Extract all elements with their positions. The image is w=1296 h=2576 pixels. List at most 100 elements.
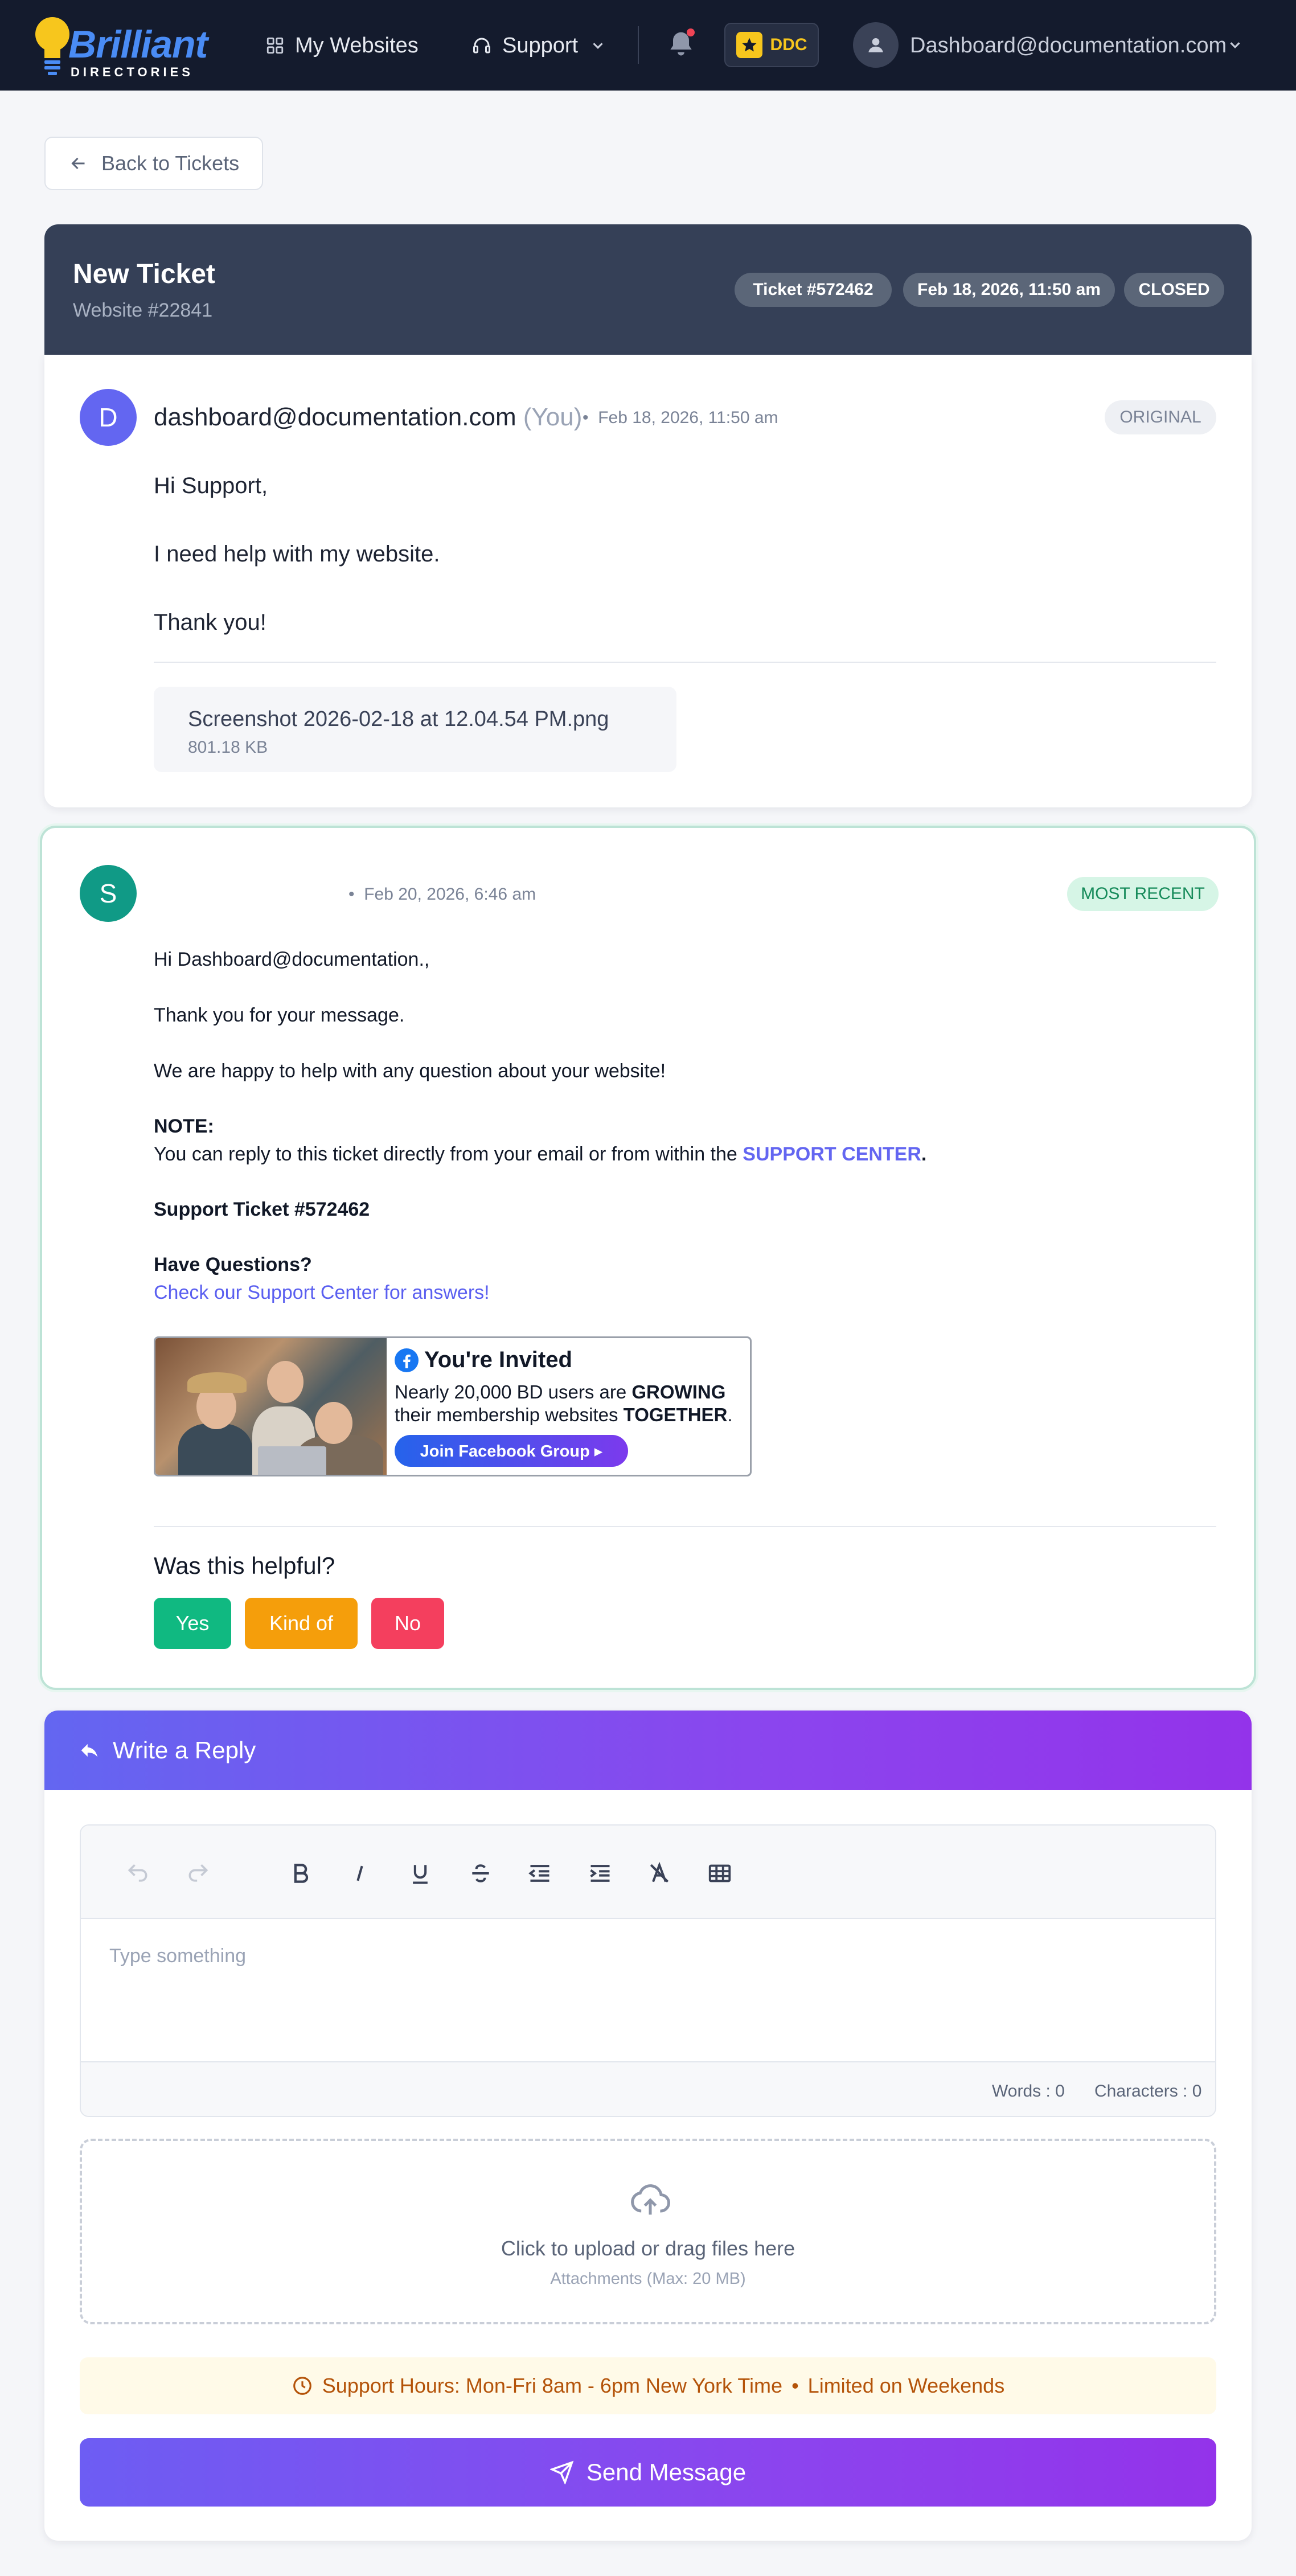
notification-dot [687,28,695,36]
italic-icon[interactable] [344,1857,376,1889]
ticket-date-pill: Feb 18, 2026, 11:50 am [903,273,1115,307]
chevron-down-icon [593,43,603,49]
sender-avatar: D [80,389,137,446]
recent-message-card: S • Feb 20, 2026, 6:46 am MOST RECENT Hi… [40,826,1256,1690]
bullet: • [583,408,589,427]
notifications-button[interactable] [665,28,697,61]
banner-line: Nearly 20,000 BD users are GROWING [395,1381,725,1403]
original-message-card: D dashboard@documentation.com (You) • Fe… [44,355,1252,807]
table-icon[interactable] [704,1857,736,1889]
file-upload-dropzone[interactable]: Click to upload or drag files here Attac… [80,2139,1216,2324]
banner-line-text: Nearly 20,000 BD users are [395,1381,632,1402]
message-timestamp: • Feb 20, 2026, 6:46 am [348,885,536,904]
user-email-menu[interactable]: Dashboard@documentation.com [910,28,1227,63]
ddc-badge-button[interactable]: DDC [724,23,819,67]
clear-format-icon[interactable] [643,1857,675,1889]
user-avatar[interactable] [853,22,899,68]
strikethrough-icon[interactable] [465,1857,497,1889]
message-timestamp: • Feb 18, 2026, 11:50 am [583,408,778,428]
banner-line-text: their membership websites [395,1404,624,1425]
grid-icon [266,37,284,54]
user-icon [868,38,883,52]
message-line: I need help with my website. [154,542,440,567]
support-hours-separator: • [791,2374,799,2397]
facebook-group-banner[interactable]: You're Invited Nearly 20,000 BD users ar… [154,1336,752,1476]
upload-limit: Attachments (Max: 20 MB) [550,2270,746,2288]
note-text: You can reply to this ticket directly fr… [154,1143,926,1166]
reply-header-title: Write a Reply [113,1737,256,1763]
ticket-number-pill: Ticket #572462 [735,273,892,307]
headset-icon [473,38,490,54]
message-line: Hi Support, [154,473,268,498]
editor-footer: Words : 0 Characters : 0 [81,2061,1215,2116]
banner-line: their membership websites TOGETHER. [395,1404,733,1426]
reply-greeting: Hi Dashboard@documentation., [154,949,430,970]
indent-icon[interactable] [584,1857,616,1889]
attachment-item[interactable]: Screenshot 2026-02-18 at 12.04.54 PM.png… [154,687,676,772]
banner-line-end: . [727,1404,733,1425]
support-center-answers-link[interactable]: Check our Support Center for answers! [154,1282,490,1304]
most-recent-badge: MOST RECENT [1067,877,1219,911]
helpful-question: Was this helpful? [154,1552,335,1579]
banner-line-bold: TOGETHER [623,1404,728,1425]
banner-line-bold: GROWING [631,1381,726,1402]
attachment-size: 801.18 KB [188,738,268,757]
ticket-reference-text: Support Ticket #572462 [154,1199,370,1220]
character-count: Characters : 0 [1094,2082,1202,2101]
back-to-tickets-label: Back to Tickets [101,151,240,175]
brand-subtitle: DIRECTORIES [71,65,194,79]
send-icon [549,2460,574,2484]
ticket-website-id: Website #22841 [73,300,213,321]
nav-support-dropdown[interactable]: Support [471,30,606,61]
you-tag: (You) [523,403,583,431]
editor-toolbar [81,1826,1215,1919]
note-label-text: NOTE: [154,1115,214,1137]
redo-icon[interactable] [182,1857,214,1889]
bullet: • [348,885,355,904]
timestamp-text: Feb 20, 2026, 6:46 am [364,885,536,904]
nav-divider [638,26,639,64]
arrow-left-icon [71,157,85,170]
reply-line: Thank you for your message. [154,1004,405,1026]
brilliant-directories-logo[interactable]: Brilliant DIRECTORIES [32,15,208,79]
facebook-icon [395,1348,419,1372]
reply-text-input[interactable]: Type something [109,1945,246,1967]
clock-icon [293,2377,311,2395]
chevron-down-icon[interactable] [1227,36,1244,54]
sender-name: dashboard@documentation.com (You) [154,403,582,432]
undo-icon[interactable] [122,1857,154,1889]
top-navbar: Brilliant DIRECTORIES My Websites Suppor… [0,0,1296,91]
banner-title: You're Invited [395,1347,572,1373]
send-message-button[interactable]: Send Message [80,2438,1216,2507]
questions-label-text: Have Questions? [154,1254,312,1275]
brand-name: Brilliant [68,23,208,66]
cloud-upload-icon [631,2184,670,2215]
note-body: You can reply to this ticket directly fr… [154,1143,737,1165]
send-message-label: Send Message [586,2459,747,2485]
nav-my-websites[interactable]: My Websites [265,30,419,61]
ticket-reference: Support Ticket #572462 [154,1199,370,1221]
join-facebook-group-button[interactable]: Join Facebook Group ▸ [395,1435,628,1467]
ticket-title: New Ticket [73,259,215,289]
support-center-link[interactable]: SUPPORT CENTER [743,1143,921,1165]
ddc-label: DDC [770,35,807,54]
support-hours-weekend: Limited on Weekends [807,2374,1005,2397]
underline-icon[interactable] [404,1857,436,1889]
banner-title-text: You're Invited [424,1347,572,1372]
divider [154,662,1216,663]
back-to-tickets-button[interactable]: Back to Tickets [44,137,263,190]
helpful-kind-of-button[interactable]: Kind of [245,1598,358,1649]
reply-icon [81,1744,98,1757]
rich-text-editor: Type something Words : 0 Characters : 0 [80,1824,1216,2117]
reply-line: We are happy to help with any question a… [154,1060,666,1082]
attachment-name: Screenshot 2026-02-18 at 12.04.54 PM.png [188,707,609,731]
nav-my-websites-label: My Websites [295,33,419,58]
upload-instructions: Click to upload or drag files here [501,2237,795,2260]
bold-icon[interactable] [285,1857,317,1889]
outdent-icon[interactable] [524,1857,556,1889]
helpful-no-button[interactable]: No [371,1598,444,1649]
ticket-status-badge: CLOSED [1124,273,1224,307]
questions-label: Have Questions? [154,1254,312,1276]
support-hours-notice: Support Hours: Mon-Fri 8am - 6pm New Yor… [80,2357,1216,2414]
helpful-yes-button[interactable]: Yes [154,1598,231,1649]
